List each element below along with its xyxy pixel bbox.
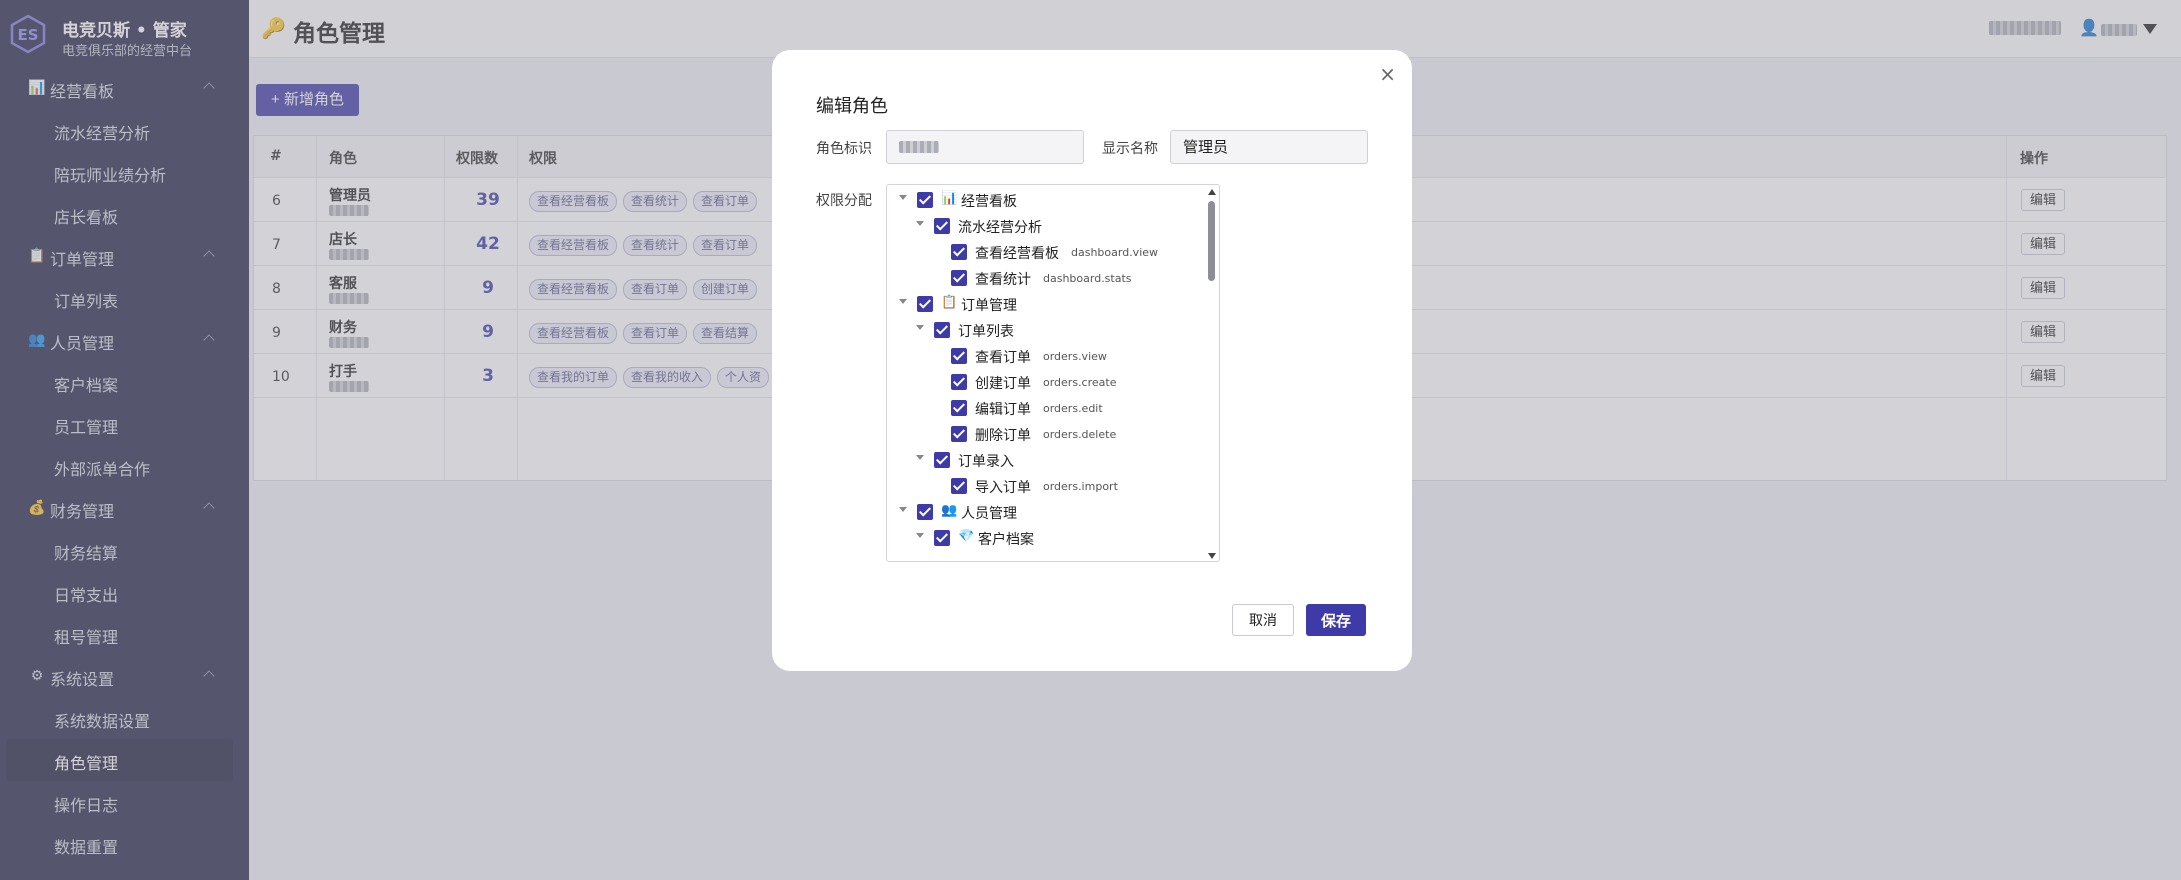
tree-node-label: 查看经营看板 [975, 246, 1059, 262]
tree-node-label: 删除订单 [975, 428, 1031, 444]
tree-node-label: 订单列表 [958, 324, 1014, 340]
role-key-label: 角色标识 [816, 141, 872, 157]
permission-code: orders.create [1043, 376, 1117, 389]
permission-checkbox[interactable] [951, 374, 967, 390]
permission-checkbox[interactable] [951, 348, 967, 364]
tree-node-label: 订单管理 [961, 298, 1017, 314]
permission-checkbox[interactable] [951, 426, 967, 442]
permission-checkbox[interactable] [951, 270, 967, 286]
tree-node[interactable]: 订单录入 [887, 449, 1205, 473]
tree-node-icon: 📊 [941, 191, 958, 206]
caret-down-icon[interactable] [916, 325, 924, 330]
tree-node[interactable]: 📋 订单管理 [887, 293, 1205, 317]
tree-scrollbar[interactable] [1205, 185, 1219, 561]
permission-label: 权限分配 [816, 193, 872, 209]
tree-node-icon: 💎 [958, 529, 975, 544]
tree-node-label: 客户档案 [978, 532, 1034, 548]
permission-checkbox[interactable] [951, 244, 967, 260]
display-name-label: 显示名称 [1102, 141, 1158, 157]
permission-code: dashboard.stats [1043, 272, 1132, 285]
permission-code: dashboard.view [1071, 246, 1159, 259]
tree-node[interactable]: 查看统计 dashboard.stats [887, 267, 1205, 291]
tree-node[interactable]: 删除订单 orders.delete [887, 423, 1205, 447]
dialog-title: 编辑角色 [816, 96, 888, 117]
tree-node-label: 查看统计 [975, 272, 1031, 288]
permission-checkbox[interactable] [917, 192, 933, 208]
display-name-input[interactable]: 管理员 [1170, 130, 1368, 164]
permission-checkbox[interactable] [951, 400, 967, 416]
tree-node[interactable]: 创建订单 orders.create [887, 371, 1205, 395]
permission-code: orders.view [1043, 350, 1107, 363]
caret-down-icon[interactable] [916, 221, 924, 226]
tree-node-label: 查看订单 [975, 350, 1031, 366]
tree-node-label: 导入订单 [975, 480, 1031, 496]
permission-checkbox[interactable] [934, 452, 950, 468]
tree-node[interactable]: 编辑订单 orders.edit [887, 397, 1205, 421]
tree-node-label: 创建订单 [975, 376, 1031, 392]
caret-down-icon[interactable] [899, 195, 907, 200]
close-icon[interactable]: × [1379, 62, 1396, 86]
tree-node-label: 订单录入 [958, 454, 1014, 470]
permission-code: orders.edit [1043, 402, 1103, 415]
tree-node[interactable]: 订单列表 [887, 319, 1205, 343]
permission-code: orders.delete [1043, 428, 1117, 441]
permission-checkbox[interactable] [917, 296, 933, 312]
tree-node-icon: 📋 [941, 295, 958, 310]
save-button[interactable]: 保存 [1306, 604, 1366, 636]
tree-node[interactable]: 流水经营分析 [887, 215, 1205, 239]
caret-down-icon[interactable] [916, 533, 924, 538]
scroll-up-icon[interactable] [1208, 189, 1216, 195]
tree-node[interactable]: 导入订单 orders.import [887, 475, 1205, 499]
tree-node[interactable]: 查看订单 orders.view [887, 345, 1205, 369]
permission-tree: 📊 经营看板流水经营分析查看经营看板 dashboard.view 查看统计 dashb… [886, 184, 1220, 562]
tree-node-icon: 👥 [941, 503, 958, 518]
permission-checkbox[interactable] [951, 478, 967, 494]
edit-role-dialog: × 编辑角色 角色标识 显示名称 管理员 权限分配 📊 经营看板流水经营分析查看经… [772, 50, 1412, 671]
tree-node-label: 编辑订单 [975, 402, 1031, 418]
tree-node[interactable]: 查看经营看板 dashboard.view [887, 241, 1205, 265]
tree-node[interactable]: 👥 人员管理 [887, 501, 1205, 525]
tree-node[interactable]: 💎 客户档案 [887, 527, 1205, 551]
caret-down-icon[interactable] [916, 455, 924, 460]
tree-node[interactable]: 📊 经营看板 [887, 189, 1205, 213]
permission-checkbox[interactable] [917, 504, 933, 520]
caret-down-icon[interactable] [899, 299, 907, 304]
role-key-input[interactable] [886, 130, 1084, 164]
tree-node-label: 人员管理 [961, 506, 1017, 522]
scroll-thumb[interactable] [1208, 201, 1215, 281]
permission-code: orders.import [1043, 480, 1118, 493]
permission-checkbox[interactable] [934, 530, 950, 546]
tree-node-label: 经营看板 [961, 194, 1017, 210]
permission-checkbox[interactable] [934, 322, 950, 338]
permission-checkbox[interactable] [934, 218, 950, 234]
scroll-down-icon[interactable] [1208, 553, 1216, 559]
cancel-button[interactable]: 取消 [1232, 604, 1294, 636]
tree-node-label: 流水经营分析 [958, 220, 1042, 236]
caret-down-icon[interactable] [899, 507, 907, 512]
